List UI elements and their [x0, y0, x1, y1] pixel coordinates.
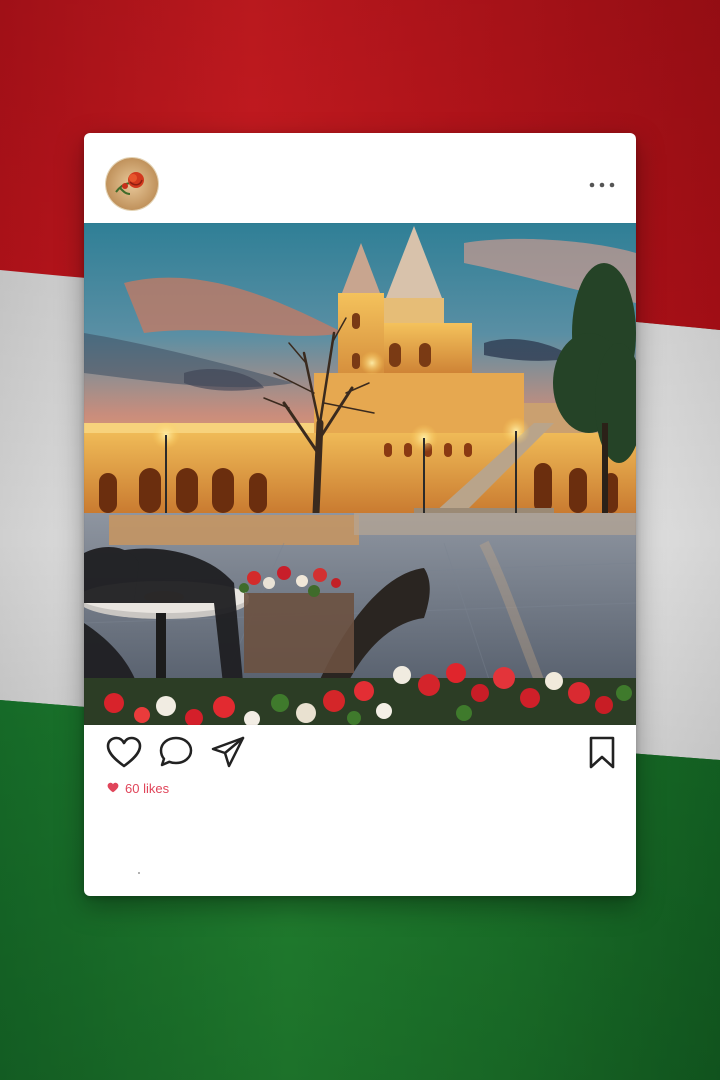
- heart-outline-icon[interactable]: [104, 733, 144, 773]
- post-header: [84, 133, 636, 223]
- rose-avatar-icon[interactable]: [106, 158, 158, 210]
- caption-placeholder-dot: [138, 872, 140, 874]
- paper-plane-icon[interactable]: [208, 733, 248, 773]
- comment-bubble-icon[interactable]: [156, 733, 196, 773]
- bookmark-icon[interactable]: [582, 733, 622, 773]
- post-action-bar: [84, 733, 636, 777]
- more-options-icon[interactable]: [586, 173, 618, 197]
- likes-count[interactable]: 60 likes: [107, 779, 169, 797]
- heart-filled-icon: [107, 781, 119, 796]
- post-card: 60 likes: [84, 133, 636, 896]
- likes-text: 60 likes: [125, 780, 170, 796]
- fishermans-bastion-photo[interactable]: [84, 223, 636, 725]
